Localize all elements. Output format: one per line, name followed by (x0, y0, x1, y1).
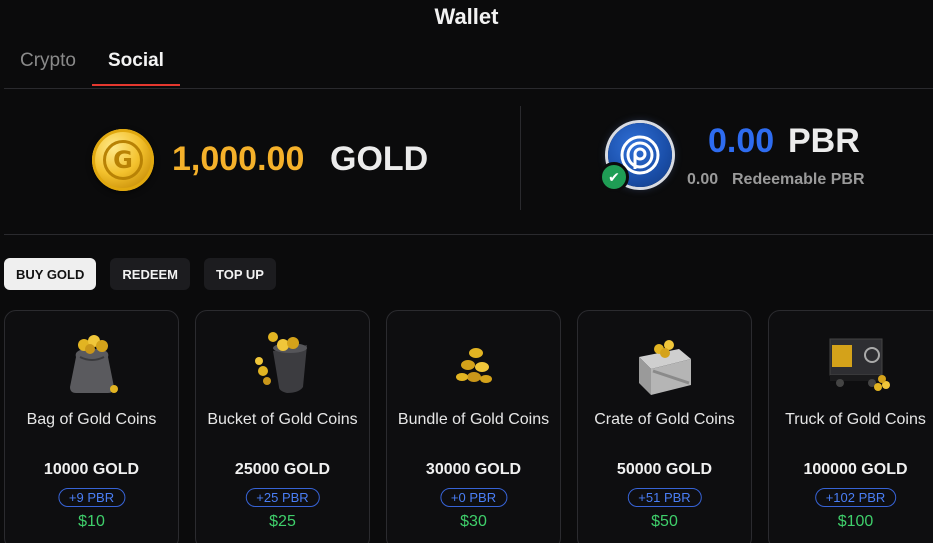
package-card-bundle[interactable]: Bundle of Gold Coins 30000 GOLD +0 PBR $… (386, 310, 561, 543)
package-amount: 25000 GOLD (234, 461, 331, 478)
top-up-button[interactable]: TOP UP (204, 258, 276, 290)
package-name: Crate of Gold Coins (594, 411, 735, 428)
gold-balance-amount: 1,000.00 (172, 140, 305, 178)
package-name: Truck of Gold Coins (785, 411, 926, 428)
buy-gold-button[interactable]: BUY GOLD (4, 258, 97, 290)
package-card-bag[interactable]: Bag of Gold Coins 10000 GOLD +9 PBR $10 (4, 310, 179, 543)
package-amount: 100000 GOLD (803, 461, 908, 478)
package-price: $50 (651, 513, 678, 530)
wallet-tabs: Crypto Social (20, 50, 196, 86)
gold-coin-icon: G (92, 129, 154, 191)
package-pbr-badge: +51 PBR (627, 488, 702, 507)
tab-social[interactable]: Social (91, 50, 180, 86)
package-pbr-badge: +9 PBR (57, 488, 126, 507)
package-name: Bundle of Gold Coins (397, 411, 550, 428)
package-amount: 50000 GOLD (616, 461, 713, 478)
page-title: Wallet (434, 4, 499, 29)
package-name: Bucket of Gold Coins (207, 411, 358, 428)
redeem-button[interactable]: REDEEM (110, 258, 191, 290)
pbr-balance-unit: PBR (788, 122, 860, 160)
redeemable-pbr-value: 0.00 (687, 171, 719, 188)
balance-divider (520, 106, 521, 210)
gold-balance-unit: GOLD (330, 140, 429, 178)
package-pbr-badge: +0 PBR (439, 488, 508, 507)
package-price: $100 (837, 513, 874, 530)
package-card-crate[interactable]: Crate of Gold Coins 50000 GOLD +51 PBR $… (577, 310, 752, 543)
action-buttons: BUY GOLD REDEEM TOP UP (4, 258, 290, 290)
gold-crate-icon (625, 331, 705, 395)
package-card-truck[interactable]: Truck of Gold Coins 100000 GOLD +102 PBR… (768, 310, 933, 543)
package-card-bucket[interactable]: Bucket of Gold Coins 25000 GOLD +25 PBR … (195, 310, 370, 543)
gold-packages: Bag of Gold Coins 10000 GOLD +9 PBR $10 … (4, 310, 933, 543)
check-icon: ✔ (599, 162, 629, 192)
package-price: $25 (269, 513, 296, 530)
package-price: $30 (460, 513, 487, 530)
pbr-balance-amount: 0.00 (708, 122, 775, 160)
section-divider (4, 234, 933, 235)
tab-crypto[interactable]: Crypto (20, 50, 76, 86)
package-pbr-badge: +25 PBR (245, 488, 320, 507)
package-name: Bag of Gold Coins (26, 411, 157, 428)
package-amount: 30000 GOLD (425, 461, 522, 478)
gold-truck-icon (816, 331, 896, 395)
gold-bundle-icon (434, 331, 514, 395)
tabs-divider (4, 88, 933, 89)
package-amount: 10000 GOLD (43, 461, 140, 478)
redeemable-pbr-label: Redeemable PBR (732, 171, 865, 188)
package-pbr-badge: +102 PBR (814, 488, 897, 507)
package-price: $10 (78, 513, 105, 530)
gold-bucket-icon (243, 331, 323, 395)
balances-panel: G 1,000.00 GOLD ✔ 0.00 PBR 0.00 Redeemab… (4, 106, 933, 212)
gold-bag-icon (52, 331, 132, 395)
